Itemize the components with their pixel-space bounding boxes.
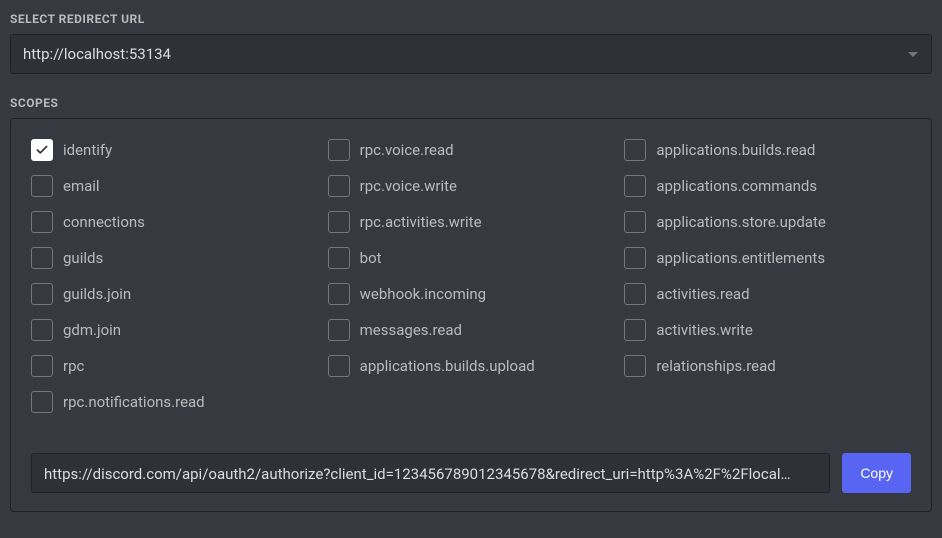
scope-label: rpc: [63, 357, 84, 375]
scope-label: relationships.read: [656, 357, 775, 375]
scopes-section-label: SCOPES: [10, 96, 932, 110]
checkbox-icon[interactable]: [31, 283, 53, 305]
scope-label: rpc.activities.write: [360, 213, 482, 231]
checkbox-icon[interactable]: [328, 175, 350, 197]
checkbox-icon[interactable]: [31, 391, 53, 413]
scope-rpc-voice-read[interactable]: rpc.voice.read: [328, 139, 615, 161]
scope-rpc-activities-write[interactable]: rpc.activities.write: [328, 211, 615, 233]
redirect-select-value[interactable]: http://localhost:53134: [10, 34, 932, 74]
checkbox-icon[interactable]: [624, 283, 646, 305]
scope-label: connections: [63, 213, 145, 231]
scope-rpc[interactable]: rpc: [31, 355, 318, 377]
checkbox-icon[interactable]: [624, 355, 646, 377]
scope-label: rpc.voice.read: [360, 141, 454, 159]
scope-label: messages.read: [360, 321, 462, 339]
checkbox-icon[interactable]: [624, 247, 646, 269]
scope-webhook-incoming[interactable]: webhook.incoming: [328, 283, 615, 305]
generated-url-input[interactable]: https://discord.com/api/oauth2/authorize…: [31, 453, 830, 493]
checkbox-icon[interactable]: [328, 139, 350, 161]
checkbox-icon[interactable]: [328, 247, 350, 269]
scope-label: applications.entitlements: [656, 249, 825, 267]
redirect-select[interactable]: http://localhost:53134: [10, 34, 932, 74]
checkbox-icon[interactable]: [31, 211, 53, 233]
checkbox-icon[interactable]: [624, 211, 646, 233]
scope-bot[interactable]: bot: [328, 247, 615, 269]
scope-connections[interactable]: connections: [31, 211, 318, 233]
scopes-container: identify email connections guilds guilds.joi…: [10, 118, 932, 512]
checkbox-icon[interactable]: [31, 319, 53, 341]
scope-messages-read[interactable]: messages.read: [328, 319, 615, 341]
scope-label: rpc.voice.write: [360, 177, 457, 195]
scope-label: applications.store.update: [656, 213, 825, 231]
scopes-grid: identify email connections guilds guilds.joi…: [31, 139, 911, 413]
checkbox-icon[interactable]: [624, 319, 646, 341]
checkbox-icon[interactable]: [328, 283, 350, 305]
checkbox-icon[interactable]: [31, 247, 53, 269]
scope-label: applications.commands: [656, 177, 817, 195]
scope-applications-entitlements[interactable]: applications.entitlements: [624, 247, 911, 269]
scope-relationships-read[interactable]: relationships.read: [624, 355, 911, 377]
scope-label: email: [63, 177, 100, 195]
generated-url-row: https://discord.com/api/oauth2/authorize…: [31, 453, 911, 493]
scope-label: activities.read: [656, 285, 749, 303]
checkbox-icon[interactable]: [31, 355, 53, 377]
scope-guilds[interactable]: guilds: [31, 247, 318, 269]
scope-rpc-voice-write[interactable]: rpc.voice.write: [328, 175, 615, 197]
scope-applications-commands[interactable]: applications.commands: [624, 175, 911, 197]
scope-label: rpc.notifications.read: [63, 393, 205, 411]
scope-email[interactable]: email: [31, 175, 318, 197]
scope-identify[interactable]: identify: [31, 139, 318, 161]
scope-label: gdm.join: [63, 321, 121, 339]
scope-label: applications.builds.upload: [360, 357, 535, 375]
scope-label: applications.builds.read: [656, 141, 815, 159]
checkbox-icon[interactable]: [328, 211, 350, 233]
scope-rpc-notifications-read[interactable]: rpc.notifications.read: [31, 391, 318, 413]
scope-guilds-join[interactable]: guilds.join: [31, 283, 318, 305]
scope-label: guilds.join: [63, 285, 131, 303]
redirect-section-label: SELECT REDIRECT URL: [10, 12, 932, 26]
scope-gdm-join[interactable]: gdm.join: [31, 319, 318, 341]
scope-label: guilds: [63, 249, 103, 267]
checkbox-icon[interactable]: [624, 139, 646, 161]
scope-activities-write[interactable]: activities.write: [624, 319, 911, 341]
scope-label: activities.write: [656, 321, 753, 339]
scope-activities-read[interactable]: activities.read: [624, 283, 911, 305]
scope-applications-builds-read[interactable]: applications.builds.read: [624, 139, 911, 161]
scope-applications-builds-upload[interactable]: applications.builds.upload: [328, 355, 615, 377]
checkbox-icon[interactable]: [31, 139, 53, 161]
copy-button[interactable]: Copy: [842, 453, 911, 493]
scope-applications-store-update[interactable]: applications.store.update: [624, 211, 911, 233]
scope-label: webhook.incoming: [360, 285, 486, 303]
checkbox-icon[interactable]: [624, 175, 646, 197]
checkbox-icon[interactable]: [328, 355, 350, 377]
checkbox-icon[interactable]: [328, 319, 350, 341]
checkbox-icon[interactable]: [31, 175, 53, 197]
scope-label: bot: [360, 249, 382, 267]
scope-label: identify: [63, 141, 112, 159]
